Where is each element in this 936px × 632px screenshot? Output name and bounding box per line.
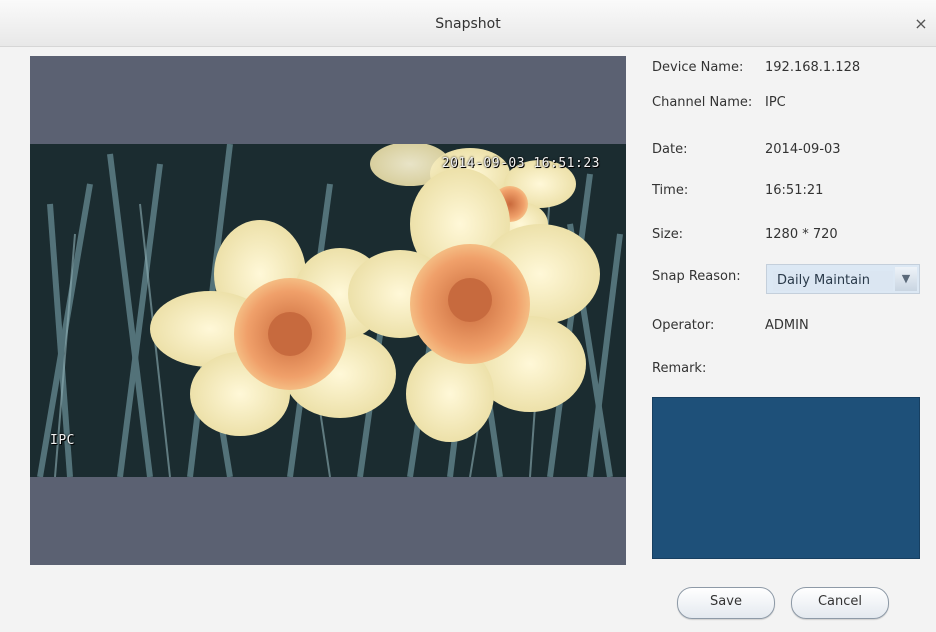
size-label: Size: (652, 227, 684, 242)
time-label: Time: (652, 183, 689, 198)
snapshot-dialog: Snapshot × 2014-09-03 16:51:23 IPC Devic… (0, 0, 936, 632)
remark-input[interactable] (652, 397, 920, 559)
operator-value: ADMIN (765, 318, 809, 333)
snapshot-preview: 2014-09-03 16:51:23 IPC (30, 56, 626, 565)
channel-overlay: IPC (50, 433, 75, 448)
title-bar: Snapshot × (0, 0, 936, 47)
chevron-down-icon[interactable]: ▼ (895, 267, 917, 291)
save-button[interactable]: Save (677, 587, 775, 619)
snapshot-image: 2014-09-03 16:51:23 IPC (30, 144, 626, 477)
device-name-label: Device Name: (652, 60, 744, 75)
timestamp-overlay: 2014-09-03 16:51:23 (441, 156, 600, 171)
channel-name-value: IPC (765, 95, 786, 110)
channel-name-label: Channel Name: (652, 95, 753, 110)
window-title: Snapshot (435, 16, 501, 32)
snap-reason-label: Snap Reason: (652, 269, 741, 284)
snap-reason-select[interactable]: Daily Maintain ▼ (766, 264, 920, 294)
time-value: 16:51:21 (765, 183, 824, 198)
cancel-button[interactable]: Cancel (791, 587, 889, 619)
close-icon[interactable]: × (910, 14, 932, 36)
operator-label: Operator: (652, 318, 715, 333)
size-value: 1280 * 720 (765, 227, 838, 242)
snap-reason-value: Daily Maintain (773, 271, 893, 291)
date-value: 2014-09-03 (765, 142, 841, 157)
remark-label: Remark: (652, 361, 707, 376)
date-label: Date: (652, 142, 688, 157)
device-name-value: 192.168.1.128 (765, 60, 861, 75)
